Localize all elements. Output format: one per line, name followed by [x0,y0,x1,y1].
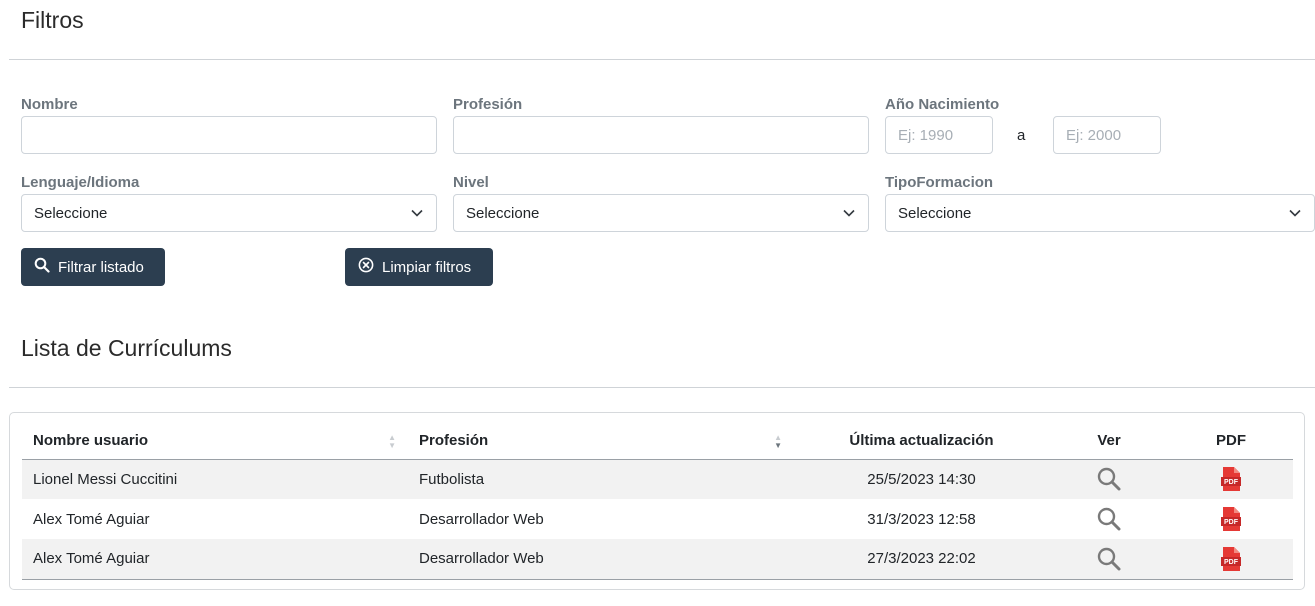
col-ver-label: Ver [1097,432,1121,450]
col-nombre-usuario-label: Nombre usuario [33,432,149,450]
view-cv-button[interactable] [1049,459,1169,499]
filters-title: Filtros [21,7,84,33]
chevron-down-icon [410,206,424,220]
pdf-icon: PDF [1180,466,1282,492]
ano-desde-input[interactable] [885,116,993,154]
curriculums-table: Nombre usuario ▲ ▼ Profesión ▲ ▼ Última ac… [22,423,1293,580]
filters-divider [9,59,1315,60]
nivel-label: Nivel [453,174,489,191]
svg-text:PDF: PDF [1224,519,1239,526]
col-nombre-usuario[interactable]: Nombre usuario ▲ ▼ [22,423,408,460]
lenguaje-label: Lenguaje/Idioma [21,174,140,191]
nombre-input[interactable] [21,116,437,154]
nivel-selected: Seleccione [466,204,540,222]
circle-x-icon [358,257,374,277]
ano-hasta-input[interactable] [1053,116,1161,154]
pdf-icon: PDF [1180,506,1282,532]
search-icon [1060,466,1158,492]
cell-nombre: Lionel Messi Cuccitini [22,459,408,499]
cell-actualizacion: 31/3/2023 12:58 [867,510,976,528]
chevron-down-icon [842,206,856,220]
cell-actualizacion: 25/5/2023 14:30 [794,459,1049,499]
sort-desc-icon: ▲ ▼ [774,433,782,450]
col-pdf: PDF [1169,423,1293,460]
filtrar-listado-label: Filtrar listado [58,258,144,276]
view-cv-button[interactable] [1049,499,1169,539]
col-profesion[interactable]: Profesión ▲ ▼ [408,423,794,460]
col-ultima-actualizacion-label: Última actualización [849,432,994,450]
tipo-formacion-label: TipoFormacion [885,174,994,191]
curriculums-table-card: Nombre usuario ▲ ▼ Profesión ▲ ▼ Última ac… [9,412,1305,590]
nivel-select[interactable]: Seleccione [453,194,869,232]
limpiar-filtros-label: Limpiar filtros [382,258,472,276]
search-icon [34,257,50,277]
range-separator: a [1017,127,1026,144]
pdf-icon: PDF [1180,546,1282,572]
lenguaje-selected: Seleccione [34,204,108,222]
svg-text:PDF: PDF [1224,559,1239,566]
col-profesion-label: Profesión [419,432,489,450]
cell-actualizacion: 27/3/2023 22:02 [794,539,1049,580]
cell-profesion: Desarrollador Web [408,539,794,580]
cell-nombre: Alex Tomé Aguiar [22,539,408,580]
cell-profesion: Futbolista [408,459,794,499]
download-pdf-button[interactable]: PDF [1169,459,1293,499]
table-row: Alex Tomé Aguiar Desarrollador Web 27/3/… [22,539,1293,580]
cell-nombre: Alex Tomé Aguiar [33,510,150,528]
col-ultima-actualizacion[interactable]: Última actualización [794,423,1049,460]
download-pdf-button[interactable]: PDF [1169,499,1293,539]
search-icon [1060,506,1158,532]
limpiar-filtros-button[interactable]: Limpiar filtros [345,248,493,286]
profesion-input[interactable] [453,116,869,154]
table-row: Lionel Messi Cuccitini Futbolista 25/5/2… [22,459,1293,499]
svg-text:PDF: PDF [1224,479,1239,486]
list-title: Lista de Currículums [21,335,232,361]
ano-nacimiento-label: Año Nacimiento [885,96,1000,113]
chevron-down-icon [1288,206,1302,220]
tipo-formacion-select[interactable]: Seleccione [885,194,1315,232]
tipo-formacion-selected: Seleccione [898,204,972,222]
col-pdf-label: PDF [1216,432,1246,450]
cell-profesion: Desarrollador Web [419,510,544,528]
profesion-label: Profesión [453,96,523,113]
filtrar-listado-button[interactable]: Filtrar listado [21,248,165,286]
table-header-row: Nombre usuario ▲ ▼ Profesión ▲ ▼ Última ac… [22,423,1293,460]
sort-icon: ▲ ▼ [388,433,396,450]
search-icon [1060,546,1158,572]
list-divider [9,387,1315,388]
col-ver: Ver [1049,423,1169,460]
nombre-label: Nombre [21,96,78,113]
view-cv-button[interactable] [1049,539,1169,580]
download-pdf-button[interactable]: PDF [1169,539,1293,580]
lenguaje-select[interactable]: Seleccione [21,194,437,232]
table-row: Alex Tomé Aguiar Desarrollador Web 31/3/… [22,499,1293,539]
